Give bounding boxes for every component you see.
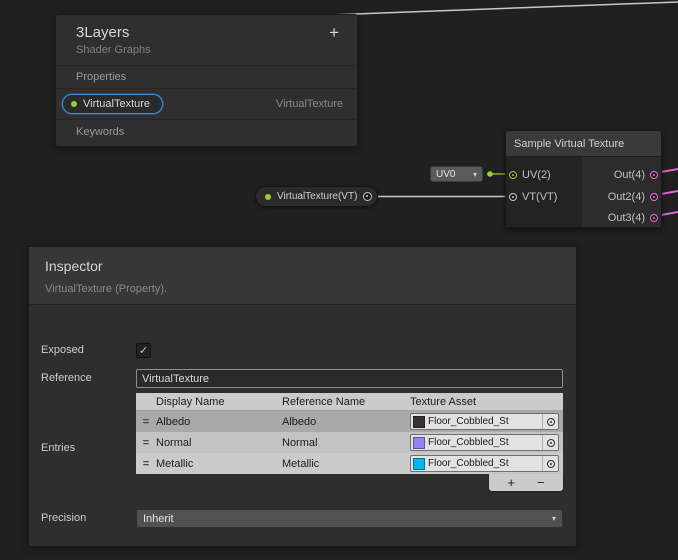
blackboard-title: 3Layers xyxy=(76,24,327,41)
property-pill-virtualtexture[interactable]: VirtualTexture xyxy=(62,94,163,114)
blackboard-header: 3Layers + xyxy=(56,15,357,41)
display-name-cell[interactable]: Albedo xyxy=(156,416,282,428)
reference-input[interactable] xyxy=(136,369,563,388)
blackboard-panel[interactable]: 3Layers + Shader Graphs Properties Virtu… xyxy=(55,14,358,147)
entries-table: Display Name Reference Name Texture Asse… xyxy=(136,393,563,491)
node-output-out2: Out2(4) xyxy=(608,189,658,205)
display-name-cell[interactable]: Normal xyxy=(156,437,282,449)
texture-object-field[interactable]: Floor_Cobbled_St xyxy=(410,434,559,451)
add-entry-button[interactable]: + xyxy=(504,476,518,489)
object-picker-icon xyxy=(547,418,555,426)
drag-handle-icon[interactable]: = xyxy=(136,416,156,428)
uv-port-icon[interactable] xyxy=(509,171,517,179)
virtualtexture-property-node[interactable]: VirtualTexture(VT) xyxy=(255,186,378,207)
exposed-label: Exposed xyxy=(41,344,84,356)
sample-virtual-texture-node[interactable]: Sample Virtual Texture UV(2) VT(VT) Out(… xyxy=(505,130,662,228)
property-node-label: VirtualTexture(VT) xyxy=(277,191,357,202)
remove-entry-button[interactable]: − xyxy=(534,476,548,489)
texture-asset-cell: Floor_Cobbled_St xyxy=(410,434,563,451)
add-property-button[interactable]: + xyxy=(327,24,341,41)
texture-object-field[interactable]: Floor_Cobbled_St xyxy=(410,413,559,430)
out3-port-icon[interactable] xyxy=(650,214,658,222)
texture-object-field[interactable]: Floor_Cobbled_St xyxy=(410,455,559,472)
drag-handle-icon[interactable]: = xyxy=(136,458,156,470)
texture-asset-name: Floor_Cobbled_St xyxy=(428,437,542,448)
entries-list-footer: + − xyxy=(489,474,563,491)
display-name-header: Display Name xyxy=(156,396,282,408)
out-port-icon[interactable] xyxy=(650,171,658,179)
node-input-uv: UV(2) xyxy=(509,167,551,183)
property-type-label: VirtualTexture xyxy=(276,98,343,110)
inspector-title: Inspector xyxy=(45,258,560,274)
texture-asset-name: Floor_Cobbled_St xyxy=(428,458,542,469)
node-output-out: Out(4) xyxy=(614,167,658,183)
uv-channel-dropdown[interactable]: UV0 ▾ xyxy=(430,166,483,182)
out2-port-icon[interactable] xyxy=(650,193,658,201)
texture-asset-header: Texture Asset xyxy=(410,396,563,408)
keywords-section-label: Keywords xyxy=(56,120,357,146)
vt-port-icon[interactable] xyxy=(509,193,517,201)
property-row[interactable]: VirtualTexture VirtualTexture xyxy=(56,89,357,120)
output-port-icon[interactable] xyxy=(363,192,372,201)
chevron-down-icon: ▾ xyxy=(552,514,556,523)
node-body: UV(2) VT(VT) Out(4) Out2(4) Out3(4) xyxy=(506,157,661,227)
port-label: Out2(4) xyxy=(608,191,645,203)
texture-asset-name: Floor_Cobbled_St xyxy=(428,416,542,427)
entries-label: Entries xyxy=(41,442,75,454)
entries-row-metallic[interactable]: = Metallic Metallic Floor_Cobbled_St xyxy=(136,453,563,474)
object-picker-icon xyxy=(547,460,555,468)
object-picker-button[interactable] xyxy=(542,435,558,450)
uv-dropdown-value: UV0 xyxy=(436,169,455,180)
port-label: Out3(4) xyxy=(608,212,645,224)
chevron-down-icon: ▾ xyxy=(473,170,477,179)
node-title[interactable]: Sample Virtual Texture xyxy=(506,131,661,157)
reference-name-cell[interactable]: Normal xyxy=(282,437,410,449)
entries-row-normal[interactable]: = Normal Normal Floor_Cobbled_St xyxy=(136,432,563,453)
texture-swatch xyxy=(413,437,425,449)
drag-handle-icon[interactable]: = xyxy=(136,437,156,449)
reference-name-header: Reference Name xyxy=(282,396,410,408)
shader-graph-canvas[interactable]: 3Layers + Shader Graphs Properties Virtu… xyxy=(0,0,678,560)
precision-dropdown[interactable]: Inherit ▾ xyxy=(136,509,563,528)
edge-endpoint-dot xyxy=(487,171,493,177)
reference-name-cell[interactable]: Metallic xyxy=(282,458,410,470)
precision-label: Precision xyxy=(41,512,86,524)
node-output-out3: Out3(4) xyxy=(608,210,658,226)
object-picker-button[interactable] xyxy=(542,456,558,471)
precision-value: Inherit xyxy=(143,513,174,525)
exposed-checkbox[interactable]: ✓ xyxy=(136,343,151,358)
node-input-vt: VT(VT) xyxy=(509,189,557,205)
property-color-dot-icon xyxy=(71,101,77,107)
texture-asset-cell: Floor_Cobbled_St xyxy=(410,413,563,430)
check-icon: ✓ xyxy=(139,344,148,357)
reference-label: Reference xyxy=(41,372,92,384)
object-picker-button[interactable] xyxy=(542,414,558,429)
port-label: VT(VT) xyxy=(522,191,557,203)
inspector-header: Inspector VirtualTexture (Property). xyxy=(29,247,576,305)
entries-row-albedo[interactable]: = Albedo Albedo Floor_Cobbled_St xyxy=(136,411,563,432)
object-picker-icon xyxy=(547,439,555,447)
property-color-dot-icon xyxy=(265,194,271,200)
texture-swatch xyxy=(413,416,425,428)
display-name-cell[interactable]: Metallic xyxy=(156,458,282,470)
inspector-panel[interactable]: Inspector VirtualTexture (Property). Exp… xyxy=(28,246,577,547)
property-pill-label: VirtualTexture xyxy=(83,98,150,110)
port-label: Out(4) xyxy=(614,169,645,181)
properties-section-label: Properties xyxy=(56,66,357,89)
inspector-subtitle: VirtualTexture (Property). xyxy=(45,283,560,295)
entries-table-header: Display Name Reference Name Texture Asse… xyxy=(136,393,563,411)
port-label: UV(2) xyxy=(522,169,551,181)
blackboard-subtitle: Shader Graphs xyxy=(56,41,357,66)
texture-swatch xyxy=(413,458,425,470)
reference-name-cell[interactable]: Albedo xyxy=(282,416,410,428)
texture-asset-cell: Floor_Cobbled_St xyxy=(410,455,563,472)
